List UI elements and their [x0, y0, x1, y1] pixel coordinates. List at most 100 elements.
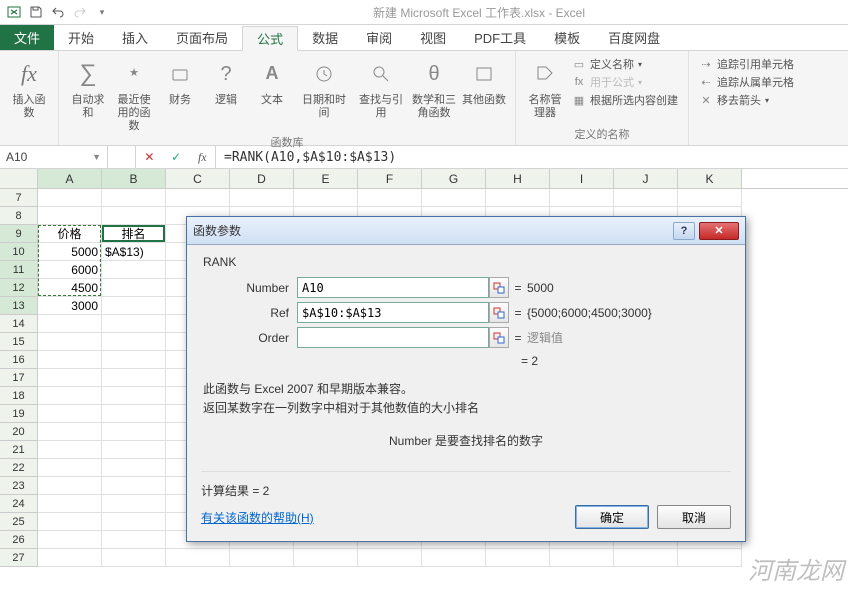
cell[interactable]	[102, 423, 166, 441]
cell[interactable]	[678, 549, 742, 567]
row-head[interactable]: 24	[0, 495, 38, 513]
row-head[interactable]: 26	[0, 531, 38, 549]
cell[interactable]	[38, 387, 102, 405]
cell[interactable]: 排名	[102, 225, 166, 243]
use-in-formula-button[interactable]: fx用于公式 ▾	[572, 74, 678, 90]
collapse-dialog-button[interactable]	[489, 302, 509, 323]
tab-template[interactable]: 模板	[540, 25, 594, 50]
cell[interactable]	[166, 189, 230, 207]
cell[interactable]	[38, 369, 102, 387]
cell[interactable]	[550, 189, 614, 207]
collapse-dialog-button[interactable]	[489, 277, 509, 298]
row-head[interactable]: 15	[0, 333, 38, 351]
cell[interactable]	[102, 495, 166, 513]
cell[interactable]	[38, 207, 102, 225]
cell[interactable]	[230, 189, 294, 207]
col-head[interactable]: K	[678, 169, 742, 188]
function-help-link[interactable]: 有关该函数的帮助(H)	[201, 509, 314, 526]
fx-icon[interactable]: fx	[198, 150, 207, 165]
undo-icon[interactable]	[48, 2, 68, 22]
col-head[interactable]: A	[38, 169, 102, 188]
tab-layout[interactable]: 页面布局	[162, 25, 242, 50]
cell[interactable]	[422, 549, 486, 567]
col-head[interactable]: G	[422, 169, 486, 188]
cell[interactable]: 4500	[38, 279, 102, 297]
cell[interactable]	[38, 549, 102, 567]
cell[interactable]	[102, 531, 166, 549]
row-head[interactable]: 25	[0, 513, 38, 531]
cell[interactable]	[166, 549, 230, 567]
cell[interactable]	[358, 549, 422, 567]
lookup-button[interactable]: 查找与引用	[353, 54, 409, 120]
row-head[interactable]: 19	[0, 405, 38, 423]
arg-number-input[interactable]	[297, 277, 489, 298]
enter-formula-icon[interactable]: ✓	[171, 150, 181, 165]
cell[interactable]: 5000	[38, 243, 102, 261]
col-head[interactable]: D	[230, 169, 294, 188]
row-head[interactable]: 8	[0, 207, 38, 225]
cell[interactable]	[38, 333, 102, 351]
cell[interactable]	[38, 513, 102, 531]
tab-baidu[interactable]: 百度网盘	[594, 25, 674, 50]
cell[interactable]	[102, 261, 166, 279]
row-head[interactable]: 14	[0, 315, 38, 333]
cancel-formula-icon[interactable]: ✕	[144, 150, 154, 165]
cell[interactable]	[102, 315, 166, 333]
save-icon[interactable]	[26, 2, 46, 22]
name-box[interactable]: A10▼	[0, 146, 108, 168]
cell[interactable]	[102, 459, 166, 477]
cell[interactable]	[230, 549, 294, 567]
row-head[interactable]: 12	[0, 279, 38, 297]
cell[interactable]	[614, 549, 678, 567]
cell[interactable]: 6000	[38, 261, 102, 279]
autosum-button[interactable]: ∑自动求和	[65, 54, 111, 120]
formula-input[interactable]: =RANK(A10,$A$10:$A$13)	[216, 146, 848, 168]
cell[interactable]	[550, 549, 614, 567]
cell[interactable]	[102, 279, 166, 297]
row-head[interactable]: 10	[0, 243, 38, 261]
tab-file[interactable]: 文件	[0, 25, 54, 50]
tab-formulas[interactable]: 公式	[242, 26, 298, 51]
cancel-button[interactable]: 取消	[657, 505, 731, 529]
row-head[interactable]: 7	[0, 189, 38, 207]
tab-review[interactable]: 审阅	[352, 25, 406, 50]
cell[interactable]	[294, 189, 358, 207]
cell[interactable]	[38, 495, 102, 513]
cell[interactable]	[102, 513, 166, 531]
dialog-titlebar[interactable]: 函数参数 ? ✕	[187, 217, 745, 245]
collapse-dialog-button[interactable]	[489, 327, 509, 348]
qat-customize-icon[interactable]: ▾	[92, 2, 112, 22]
cell[interactable]	[38, 423, 102, 441]
financial-button[interactable]: 财务	[157, 54, 203, 107]
cell[interactable]	[38, 441, 102, 459]
name-manager-button[interactable]: 名称管理器	[522, 54, 568, 120]
cell[interactable]	[102, 387, 166, 405]
insert-function-button[interactable]: fx 插入函数	[6, 54, 52, 120]
trace-dependents-button[interactable]: ⇠追踪从属单元格	[699, 74, 794, 90]
cell[interactable]	[102, 189, 166, 207]
tab-view[interactable]: 视图	[406, 25, 460, 50]
cell[interactable]	[38, 315, 102, 333]
cell[interactable]	[294, 549, 358, 567]
ok-button[interactable]: 确定	[575, 505, 649, 529]
dialog-help-button[interactable]: ?	[673, 222, 695, 240]
col-head[interactable]: E	[294, 169, 358, 188]
text-fn-button[interactable]: A文本	[249, 54, 295, 107]
cell[interactable]	[38, 477, 102, 495]
cell[interactable]	[678, 189, 742, 207]
cell[interactable]	[102, 441, 166, 459]
row-head[interactable]: 16	[0, 351, 38, 369]
cell[interactable]	[102, 297, 166, 315]
cell[interactable]	[102, 207, 166, 225]
cell[interactable]	[102, 405, 166, 423]
arg-order-input[interactable]	[297, 327, 489, 348]
name-box-dropdown-icon[interactable]: ▼	[92, 152, 101, 162]
select-all-corner[interactable]	[0, 169, 38, 188]
cell[interactable]: 价格	[38, 225, 102, 243]
cell[interactable]: 3000	[38, 297, 102, 315]
cell[interactable]	[102, 477, 166, 495]
cell[interactable]	[614, 189, 678, 207]
cell[interactable]	[486, 549, 550, 567]
col-head[interactable]: B	[102, 169, 166, 188]
row-head[interactable]: 11	[0, 261, 38, 279]
